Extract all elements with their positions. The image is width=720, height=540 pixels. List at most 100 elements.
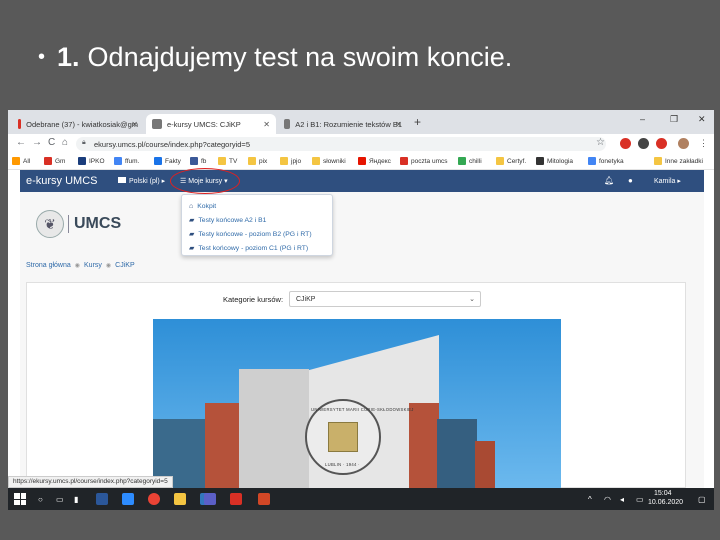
dropdown-item-course[interactable]: ▰ Testy końcowe A2 i B1 [182, 213, 332, 227]
bookmark-item[interactable]: słowniki [312, 157, 346, 165]
dropdown-item-kokpit[interactable]: ⌂ Kokpit [182, 199, 332, 213]
bookmark-item[interactable]: fonetyka [588, 157, 624, 165]
bookmark-label: ffum. [125, 157, 140, 165]
bookmark-label: pix [259, 157, 268, 165]
home-button[interactable]: ⌂ [62, 137, 68, 148]
extension-icon[interactable] [656, 138, 667, 149]
powerpoint-icon[interactable] [258, 493, 270, 505]
back-button[interactable]: ← [16, 137, 26, 148]
tab-bar: Odebrane (37) - kwiatkosiak@gm ✕ e-kursy… [8, 110, 714, 134]
volume-icon[interactable]: ◂ [620, 495, 624, 504]
minimize-button[interactable]: – [640, 114, 645, 124]
umcs-logo: ❦ UMCS [36, 210, 121, 238]
forward-button[interactable]: → [32, 137, 42, 148]
close-tab-icon[interactable]: ✕ [131, 120, 138, 129]
moodle-icon [152, 119, 162, 129]
gmail-icon [18, 119, 22, 129]
profile-avatar[interactable] [678, 138, 689, 149]
extension-icon[interactable] [620, 138, 631, 149]
wifi-icon[interactable]: ◠ [604, 495, 611, 504]
search-icon[interactable]: ○ [38, 495, 43, 504]
tab-label: e-kursy UMCS: CJiKP [167, 119, 241, 129]
notifications-icon[interactable]: ▢ [698, 495, 706, 504]
category-select[interactable]: CJiKP ⌄ [289, 291, 481, 307]
file-explorer-icon[interactable]: ▮ [74, 495, 78, 504]
breadcrumb-separator-icon: ◉ [105, 263, 112, 269]
bookmark-label: Яндекс [369, 157, 391, 165]
bookmark-label: Gm [55, 157, 66, 165]
language-icon[interactable]: ▭ [636, 495, 644, 504]
dropdown-item-course[interactable]: ▰ Testy końcowe - poziom B2 (PG i RT) [182, 227, 332, 241]
acrobat-icon[interactable] [230, 493, 242, 505]
breadcrumb-current[interactable]: CJiKP [115, 262, 134, 269]
close-tab-icon[interactable]: ✕ [263, 120, 270, 129]
tab-label: A2 i B1: Rozumienie tekstów B1 [295, 119, 402, 129]
dropdown-item-label: Kokpit [197, 202, 217, 210]
folder-icon[interactable] [174, 493, 186, 505]
windows-start-icon[interactable] [14, 493, 26, 505]
folder-icon [312, 157, 320, 165]
dropdown-item-label: Testy końcowe - poziom B2 (PG i RT) [198, 230, 312, 238]
dropdown-item-course[interactable]: ▰ Test końcowy - poziom C1 (PG i RT) [182, 241, 332, 255]
bookmark-label: fonetyka [599, 157, 624, 165]
extension-icon[interactable] [638, 138, 649, 149]
user-menu[interactable]: Kamila ▸ [654, 177, 681, 185]
bookmark-item[interactable]: poczta umcs [400, 157, 448, 165]
bookmark-icon [358, 157, 366, 165]
breadcrumb-home[interactable]: Strona główna [26, 262, 71, 269]
close-window-button[interactable]: ✕ [698, 114, 706, 125]
task-view-icon[interactable]: ▭ [56, 495, 64, 504]
bookmark-item[interactable]: chilli [458, 157, 482, 165]
bookmark-icon [78, 157, 86, 165]
bookmark-item[interactable]: fb [190, 157, 206, 165]
close-tab-icon[interactable]: ✕ [395, 120, 402, 129]
bookmark-item[interactable]: Certyf. [496, 157, 526, 165]
bookmark-item[interactable]: Gm [44, 157, 65, 165]
reload-button[interactable]: C [48, 137, 55, 148]
site-brand[interactable]: e-kursy UMCS [26, 175, 98, 187]
new-tab-button[interactable]: + [414, 115, 421, 129]
bookmark-label: Inne zakładki [665, 157, 703, 165]
bookmark-item[interactable]: TV [218, 157, 237, 165]
clock-date[interactable]: 10.06.2020 [648, 499, 683, 506]
bookmark-item[interactable]: Mitologia [536, 157, 573, 165]
network-icon[interactable]: ^ [588, 495, 592, 504]
menu-icon[interactable]: ⋮ [698, 138, 709, 149]
browser-screenshot: Odebrane (37) - kwiatkosiak@gm ✕ e-kursy… [8, 110, 714, 510]
bookmark-item[interactable]: jpjo [280, 157, 301, 165]
building-glass-right [437, 419, 477, 489]
category-label: Kategorie kursów: [223, 295, 284, 304]
bookmark-item[interactable]: ffum. [114, 157, 139, 165]
bookmark-item[interactable]: IPKO [78, 157, 105, 165]
bookmark-item[interactable]: Fakty [154, 157, 181, 165]
windows-taskbar: ○ ▭ ▮ ^ ◠ ◂ ▭ 15:04 10.06.2020 ▢ [8, 488, 714, 510]
tab-ekursy-cjikp[interactable]: e-kursy UMCS: CJiKP ✕ [146, 114, 276, 134]
chrome-icon[interactable] [148, 493, 160, 505]
bookmark-item[interactable]: pix [248, 157, 267, 165]
bookmark-item[interactable]: All [12, 157, 30, 165]
url-text: ekursy.umcs.pl/course/index.php?category… [94, 139, 250, 149]
bookmark-icon [536, 157, 544, 165]
bookmark-star-icon[interactable]: ☆ [596, 137, 605, 148]
tab-a2-b1[interactable]: A2 i B1: Rozumienie tekstów B1 ✕ [278, 114, 408, 134]
bell-icon[interactable]: 🔔︎ [604, 176, 614, 185]
url-input[interactable]: 🔒︎ ekursy.umcs.pl/course/index.php?categ… [76, 137, 606, 151]
highlight-circle [170, 168, 240, 194]
folder-icon [654, 157, 662, 165]
my-courses-dropdown: ⌂ Kokpit ▰ Testy końcowe A2 i B1 ▰ Testy ko… [181, 194, 333, 256]
university-seal: UNIWERSYTET MARII CURIE-SKŁODOWSKIEJ LUB… [305, 399, 413, 475]
clock-time[interactable]: 15:04 [654, 490, 672, 497]
building-brick-right [409, 403, 439, 489]
language-menu[interactable]: Polski (pl) ▸ [118, 177, 165, 185]
other-bookmarks[interactable]: Inne zakładki [654, 157, 703, 165]
bookmark-item[interactable]: Яндекс [358, 157, 391, 165]
bookmark-label: Fakty [165, 157, 181, 165]
teams-icon[interactable] [204, 493, 216, 505]
breadcrumb-courses[interactable]: Kursy [84, 262, 102, 269]
tab-gmail[interactable]: Odebrane (37) - kwiatkosiak@gm ✕ [12, 114, 144, 134]
folder-icon [218, 157, 226, 165]
word-icon[interactable] [96, 493, 108, 505]
zoom-icon[interactable] [122, 493, 134, 505]
maximize-button[interactable]: ❐ [670, 114, 678, 125]
chat-icon[interactable]: ● [628, 176, 633, 185]
